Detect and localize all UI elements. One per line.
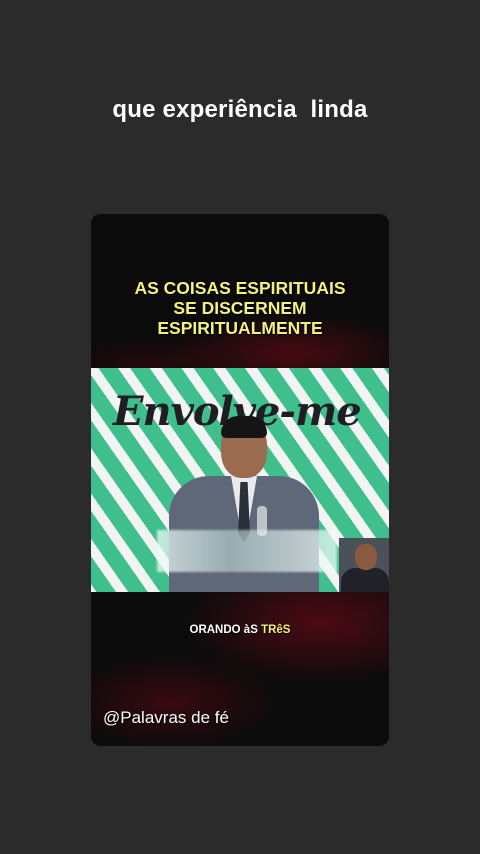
post-caption: que experiência linda — [112, 96, 368, 123]
video-card[interactable]: AS COISAS ESPIRITUAIS SE DISCERNEM ESPIR… — [91, 214, 389, 746]
orando-as-tres-label: ORANDO àS TRêS — [91, 624, 389, 636]
headline-text: AS COISAS ESPIRITUAIS SE DISCERNEM ESPIR… — [91, 278, 389, 338]
channel-handle[interactable]: @Palavras de fé — [103, 708, 229, 728]
inset-speaker-thumbnail — [339, 538, 389, 592]
headline-line-1: AS COISAS ESPIRITUAIS — [134, 278, 346, 298]
label-white-part: ORANDO àS — [189, 624, 262, 636]
headline-line-2: SE DISCERNEM — [173, 298, 307, 318]
blurred-lower-third — [157, 530, 337, 572]
headline-line-3: ESPIRITUALMENTE — [157, 318, 323, 338]
label-accent-part: TRêS — [261, 624, 291, 636]
video-frame[interactable]: Envolve-me — [91, 368, 389, 592]
